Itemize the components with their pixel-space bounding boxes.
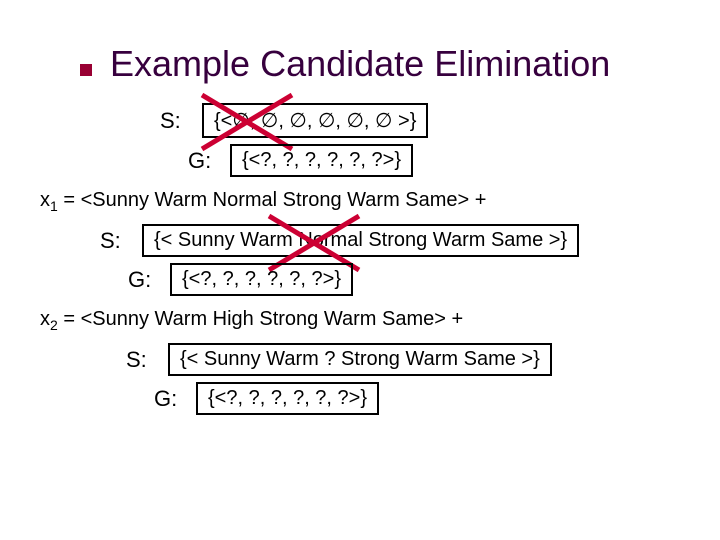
row-g2: G: {<?, ?, ?, ?, ?, ?>} — [128, 263, 690, 296]
example-1: x1 = <Sunny Warm Normal Strong Warm Same… — [40, 189, 690, 214]
label-s3: S: — [126, 347, 156, 373]
box-s2-text: {< Sunny Warm Normal Strong Warm Same >} — [154, 229, 567, 251]
row-s3: S: {< Sunny Warm ? Strong Warm Same >} — [126, 343, 690, 376]
title-row: Example Candidate Elimination — [80, 40, 690, 85]
row-s2: S: {< Sunny Warm Normal Strong Warm Same… — [100, 224, 690, 257]
example-2: x2 = <Sunny Warm High Strong Warm Same> … — [40, 308, 690, 333]
box-s1: {<∅, ∅, ∅, ∅, ∅, ∅ >} — [202, 103, 428, 138]
box-g2: {<?, ?, ?, ?, ?, ?>} — [170, 263, 353, 296]
label-s1: S: — [160, 108, 190, 134]
title-bullet-icon — [80, 64, 92, 76]
label-g3: G: — [154, 386, 184, 412]
box-s1-text: {<∅, ∅, ∅, ∅, ∅, ∅ >} — [214, 110, 416, 132]
row-g3: G: {<?, ?, ?, ?, ?, ?>} — [154, 382, 690, 415]
box-g3: {<?, ?, ?, ?, ?, ?>} — [196, 382, 379, 415]
box-s2: {< Sunny Warm Normal Strong Warm Same >} — [142, 224, 579, 257]
label-g1: G: — [188, 148, 218, 174]
box-g1: {<?, ?, ?, ?, ?, ?>} — [230, 144, 413, 177]
box-s3: {< Sunny Warm ? Strong Warm Same >} — [168, 343, 552, 376]
row-s1: S: {<∅, ∅, ∅, ∅, ∅, ∅ >} — [160, 103, 690, 138]
slide: Example Candidate Elimination S: {<∅, ∅,… — [0, 0, 720, 540]
label-s2: S: — [100, 228, 130, 254]
slide-title: Example Candidate Elimination — [110, 43, 610, 85]
row-g1: G: {<?, ?, ?, ?, ?, ?>} — [188, 144, 690, 177]
label-g2: G: — [128, 267, 158, 293]
